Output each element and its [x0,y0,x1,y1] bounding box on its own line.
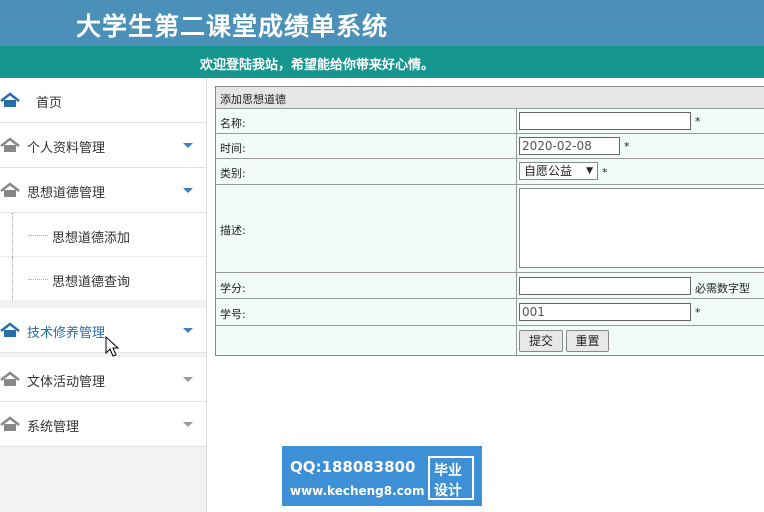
sidebar-item-label: 系统管理 [27,420,80,435]
time-label: 时间: [220,142,246,155]
credit-hint: 必需数字型 [695,282,750,295]
category-value: 自愿公益 [524,164,573,178]
form-row-student-id: 学号: 001 * [216,299,764,326]
category-select[interactable]: 自愿公益 ▼ [519,162,598,180]
watermark-badge-line1: 毕业 [434,463,462,479]
sidebar-item-culture[interactable]: 文体活动管理 [0,357,206,402]
form-header: 添加思想道德 [216,87,764,109]
dropdown-arrow-icon: ▼ [586,166,593,176]
sidebar-item-label: 技术修养管理 [27,326,106,341]
chevron-down-icon [183,377,193,382]
form-title: 添加思想道德 [220,93,286,106]
divider [516,273,517,298]
home-icon [0,322,20,337]
submit-button[interactable]: 提交 [519,330,563,352]
sidebar-subitem-morality-add[interactable]: 思想道德添加 [0,213,206,257]
tree-line [28,279,48,280]
home-icon [0,92,20,107]
welcome-bar: 欢迎登陆我站，希望能给你带来好心情。 [0,46,764,78]
watermark-qq: QQ:188083800 [290,458,416,476]
time-input[interactable]: 2020-02-08 [519,137,620,155]
sidebar-item-label: 个人资料管理 [27,141,106,156]
form-row-time: 时间: 2020-02-08 * [216,134,764,159]
sidebar-item-label: 首页 [36,96,63,111]
category-label: 类别: [220,167,246,180]
watermark-badge: 毕业 设计 [428,456,474,500]
divider [516,299,517,325]
chevron-down-icon [183,188,193,193]
sidebar-item-label: 文体活动管理 [27,375,106,390]
form-row-credit: 学分: 必需数字型 [216,273,764,299]
divider [516,109,517,133]
tree-line [12,213,13,257]
sidebar-item-skills[interactable]: 技术修养管理 [0,308,206,353]
sidebar-subitem-morality-query[interactable]: 思想道德查询 [0,257,206,301]
divider [516,134,517,158]
sidebar-item-label: 思想道德添加 [52,231,131,246]
required-mark: * [695,306,701,319]
home-icon [0,371,20,386]
student-id-input[interactable]: 001 [519,303,691,321]
divider [516,159,517,184]
sidebar-item-profile[interactable]: 个人资料管理 [0,123,206,168]
name-label: 名称: [220,117,246,130]
divider [516,185,517,272]
sidebar-item-home[interactable]: 首页 [0,78,206,123]
required-mark: * [624,140,630,153]
description-label: 描述: [220,224,246,237]
chevron-down-icon [183,328,193,333]
watermark-url: www.kecheng8.com [290,484,425,498]
chevron-down-icon [183,143,193,148]
credit-label: 学分: [220,282,246,295]
required-mark: * [602,166,608,179]
name-input[interactable] [519,112,691,130]
sidebar-item-label: 思想道德查询 [52,275,131,290]
divider [516,326,517,356]
credit-input[interactable] [519,277,691,295]
home-icon [0,416,20,431]
student-id-label: 学号: [220,308,246,321]
header-banner: 大学生第二课堂成绩单系统 [0,0,764,46]
home-icon [0,137,20,152]
required-mark: * [695,115,701,128]
reset-button[interactable]: 重置 [566,330,609,352]
sidebar: 首页 个人资料管理 思想道德管理 思想道德添加 思想道德查询 技术修养管理 文体… [0,78,207,512]
home-icon [0,182,20,197]
form-row-name: 名称: * [216,109,764,134]
tree-line [28,235,48,236]
sidebar-item-label: 思想道德管理 [27,186,106,201]
sidebar-item-morality[interactable]: 思想道德管理 [0,168,206,213]
form-row-category: 类别: 自愿公益 ▼ * [216,159,764,185]
form-row-description: 描述: [216,185,764,273]
chevron-down-icon [183,422,193,427]
tree-line [12,257,13,301]
welcome-text: 欢迎登陆我站，希望能给你带来好心情。 [200,58,435,73]
form-row-actions: 提交 重置 [216,326,764,356]
app-title: 大学生第二课堂成绩单系统 [76,12,389,41]
mouse-cursor-icon [105,336,120,357]
watermark-banner: QQ:188083800 www.kecheng8.com 毕业 设计 [282,446,482,506]
add-morality-form: 添加思想道德 名称: * 时间: 2020-02-08 * 类别: 自愿公益 ▼… [215,86,764,356]
description-textarea[interactable] [519,188,764,268]
sidebar-item-system[interactable]: 系统管理 [0,402,206,447]
watermark-badge-line2: 设计 [434,483,462,499]
